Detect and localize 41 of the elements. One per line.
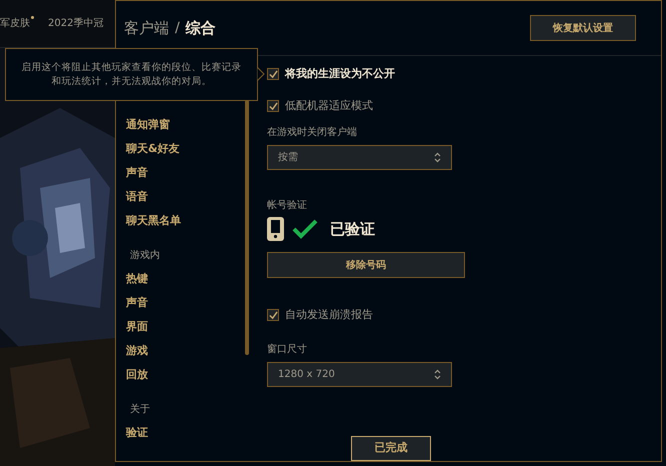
sidebar-item[interactable]: 游戏 xyxy=(126,339,148,363)
sidebar-item[interactable]: 回放 xyxy=(126,363,148,387)
checkbox-label: 自动发送崩溃报告 xyxy=(285,306,373,323)
sidebar-item[interactable]: 界面 xyxy=(126,315,148,339)
chevron-icon xyxy=(434,152,441,163)
field-label: 在游戏时关闭客户端 xyxy=(267,126,358,140)
check-icon xyxy=(268,310,278,320)
sidebar-item[interactable]: 聊天黑名单 xyxy=(126,209,181,233)
nav-tab[interactable]: 军皮肤 xyxy=(0,16,34,31)
checkbox[interactable] xyxy=(267,100,279,112)
page-title: 综合 xyxy=(186,18,216,39)
sidebar-item[interactable]: 声音 xyxy=(126,161,148,185)
checkbox-label: 低配机器适应模式 xyxy=(285,98,373,114)
checkbox[interactable] xyxy=(267,309,279,321)
sidebar-item[interactable]: 语音 xyxy=(126,185,148,209)
sidebar-item[interactable]: 聊天&好友 xyxy=(126,137,180,161)
field-label: 帐号验证 xyxy=(267,198,308,213)
checkbox-label: 将我的生涯设为不公开 xyxy=(285,66,395,82)
dropdown[interactable]: 按需 xyxy=(267,145,452,170)
checkbox[interactable] xyxy=(267,68,279,80)
breadcrumb[interactable]: 客户端 xyxy=(124,16,169,40)
check-icon xyxy=(268,70,278,78)
scrollbar[interactable] xyxy=(245,100,249,355)
check-icon xyxy=(268,102,278,110)
remove-number-button[interactable]: 移除号码 xyxy=(267,252,465,278)
sidebar-item[interactable]: 验证 xyxy=(126,421,148,445)
reset-button[interactable]: 恢复默认设置 xyxy=(530,15,636,41)
dropdown[interactable]: 1280 x 720 xyxy=(267,362,452,387)
section-title: 游戏内 xyxy=(129,248,161,262)
chevron-icon xyxy=(434,369,441,380)
field-label: 窗口尺寸 xyxy=(267,342,308,357)
nav-tab[interactable]: 2022季中冠 xyxy=(48,16,104,31)
separator: / xyxy=(175,18,180,38)
phone-icon xyxy=(267,217,284,241)
sidebar-item[interactable]: 声音 xyxy=(126,291,148,315)
sidebar-item[interactable]: 通知弹窗 xyxy=(126,113,170,137)
section-title: 关于 xyxy=(129,402,151,416)
tooltip-text: 启用这个将阻止其他玩家查看你的段位、比赛记录和玩法统计，并无法观战你的对局。 xyxy=(20,60,242,88)
done-button[interactable]: 已完成 xyxy=(351,436,431,461)
sidebar-item[interactable]: 热键 xyxy=(126,267,148,291)
verified-status: 已验证 xyxy=(330,218,375,240)
